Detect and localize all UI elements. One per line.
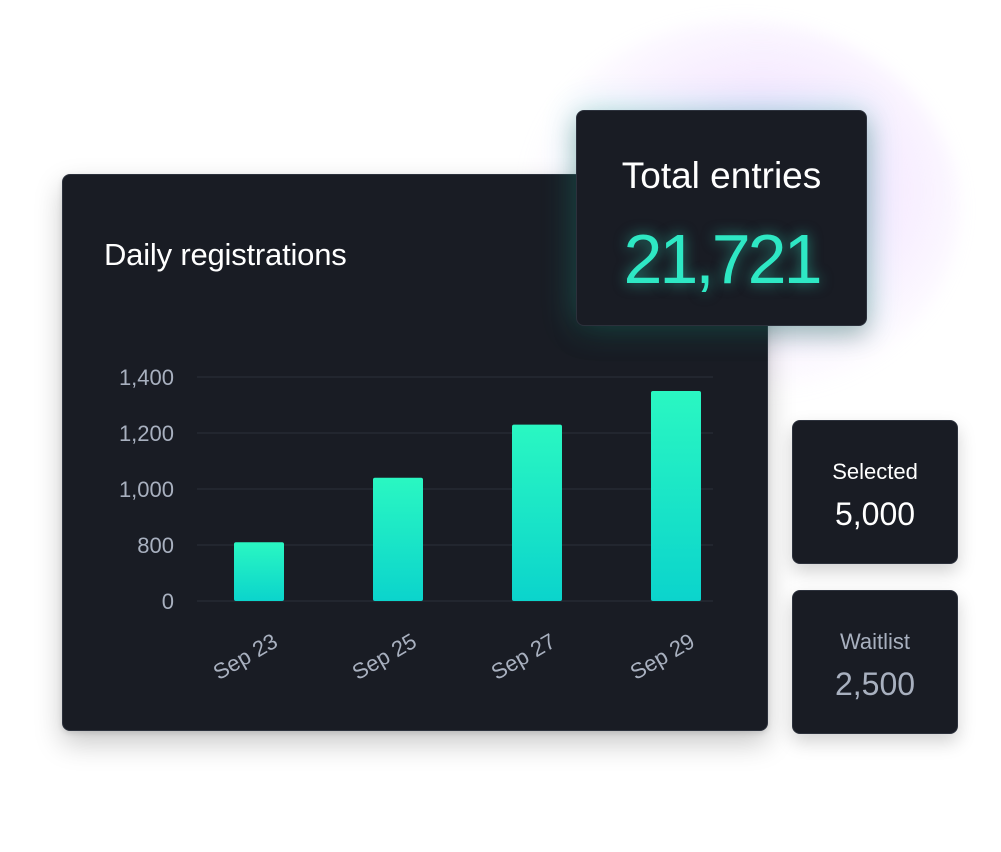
x-tick-label: Sep 23 (209, 628, 282, 685)
total-entries-label: Total entries (621, 155, 822, 196)
selected-value: 5,000 (834, 496, 916, 532)
total-entries-value: 21,721 (623, 220, 822, 298)
y-tick-label: 800 (137, 533, 174, 558)
y-tick-label: 1,200 (119, 421, 174, 446)
bar (234, 542, 284, 601)
waitlist-label: Waitlist (839, 629, 911, 654)
y-tick-label: 1,400 (119, 365, 174, 390)
selected-label: Selected (832, 459, 918, 484)
bar (512, 424, 562, 601)
y-tick-label: 0 (162, 589, 174, 614)
total-entries-card: Total entries 21,721 (576, 110, 867, 326)
y-tick-label: 1,000 (119, 477, 174, 502)
x-tick-label: Sep 27 (487, 628, 560, 685)
x-tick-label: Sep 25 (348, 628, 421, 685)
waitlist-card: Waitlist 2,500 (792, 590, 958, 734)
selected-card: Selected 5,000 (792, 420, 958, 564)
x-tick-label: Sep 29 (626, 628, 699, 685)
dashboard-stage: Daily registrations 0 800 1,000 1,200 1,400 … (0, 0, 1001, 852)
bar (651, 391, 701, 601)
bar (373, 477, 423, 601)
waitlist-value: 2,500 (834, 666, 916, 702)
